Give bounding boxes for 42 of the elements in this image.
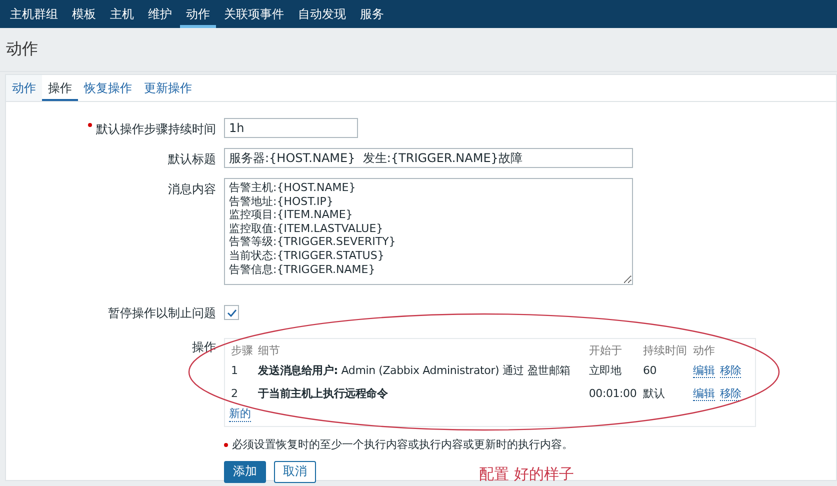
nav-menu-item[interactable]: 模板 [66, 0, 102, 28]
note-text: 必须设置恢复时的至少一个执行内容或执行内容或更新时的执行内容。 [232, 437, 573, 452]
table-cell-text: 1 [230, 363, 239, 379]
check-icon [226, 308, 236, 316]
cancel-button[interactable]: 取消 [274, 460, 316, 482]
page-title: 动作 [6, 39, 38, 60]
table-cell-text: 发送消息给用户: Admin (Zabbix Administrator) 通过 盈世邮箱 [256, 363, 572, 379]
table-cell-text: 立即地 [588, 363, 622, 379]
field-label: 默认标题 [168, 152, 216, 166]
action-link[interactable]: 编辑 [693, 364, 715, 378]
field-label: 消息内容 [168, 182, 216, 196]
input-field[interactable]: 服务器:{HOST.NAME} 发生:{TRIGGER.NAME}故障 [224, 148, 633, 168]
tab[interactable]: 动作 [6, 75, 42, 101]
input-field[interactable]: 1h [224, 118, 358, 138]
annotation-text: 配置 好的样子 [479, 465, 574, 484]
action-link[interactable]: 移除 [720, 364, 742, 378]
nav-menu-item[interactable]: 主机 [104, 0, 140, 28]
nav-menu-item[interactable]: 关联项事件 [218, 0, 290, 28]
nav-menu-item[interactable]: 主机群组 [4, 0, 64, 28]
nav-menu-item[interactable]: 动作 [180, 0, 216, 28]
table-cell-text: 默认 [642, 386, 666, 402]
nav-menu-item[interactable]: 服务 [354, 0, 390, 28]
column-header: 开始于 [588, 343, 623, 359]
table-cell-text: 60 [642, 363, 658, 379]
nav-menu-item[interactable]: 自动发现 [292, 0, 352, 28]
nav-menu-item[interactable]: 维护 [142, 0, 178, 28]
add-button[interactable]: 添加 [224, 460, 266, 482]
column-header: 持续时间 [642, 343, 688, 359]
field-label: 暂停操作以制止问题 [108, 306, 216, 320]
table-cell-text: 于当前主机上执行远程命令 [257, 386, 389, 402]
required-asterisk-icon [224, 442, 228, 446]
action-link[interactable]: 编辑 [693, 387, 715, 401]
column-header: 细节 [257, 343, 282, 359]
checkbox[interactable] [224, 305, 239, 320]
table-cell-text: 2 [230, 386, 239, 402]
column-header: 动作 [692, 343, 716, 359]
table-cell-text: 00:01:00 [588, 386, 638, 402]
action-link[interactable]: 移除 [720, 387, 742, 401]
new-link[interactable]: 新的 [229, 406, 251, 422]
message-textarea[interactable]: 告警主机:{HOST.NAME} 告警地址:{HOST.IP} 监控项目:{ITEM.NAME} 监控取值:{ITEM.LASTVALUE} 告警等级:{TRIGGER.SEVERITY} 当前状态:{TRIGGER.STATUS} 告警信息:{TRIGGER.NAME} [224, 178, 633, 285]
field-label: 默认操作步骤持续时间 [96, 122, 216, 136]
column-header: 步骤 [230, 343, 254, 359]
